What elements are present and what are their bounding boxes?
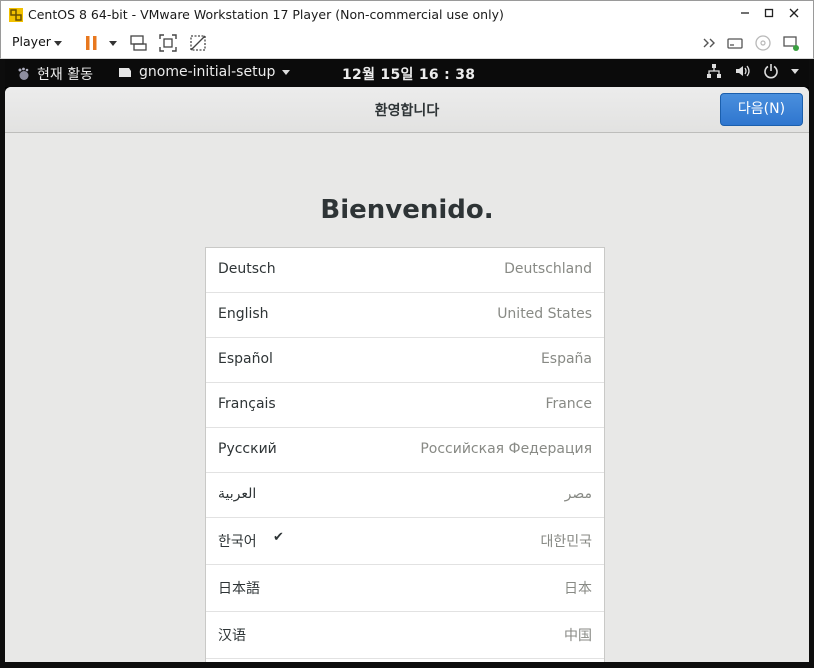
header-bar: 환영합니다 다음(N) bbox=[5, 87, 809, 133]
language-row-selected[interactable]: 한국어 ✔ 대한민국 bbox=[206, 518, 604, 565]
app-menu-label: gnome-initial-setup bbox=[139, 64, 276, 80]
system-menu[interactable] bbox=[706, 63, 799, 79]
app-icon bbox=[119, 68, 131, 77]
language-name: Русский bbox=[218, 441, 277, 457]
language-list[interactable]: Deutsch Deutschland English United State… bbox=[205, 247, 605, 662]
network-adapter-icon[interactable] bbox=[781, 33, 801, 53]
app-menu-caret-icon bbox=[282, 69, 291, 75]
language-row[interactable]: 汉语 中国 bbox=[206, 612, 604, 659]
language-name: English bbox=[218, 306, 269, 322]
language-region: Российская Федерация bbox=[420, 441, 592, 457]
activities-label: 현재 활동 bbox=[37, 67, 93, 83]
system-menu-caret-icon bbox=[791, 68, 799, 74]
language-region: 中国 bbox=[564, 628, 592, 644]
language-row[interactable]: Français France bbox=[206, 383, 604, 428]
fit-guest-icon[interactable] bbox=[158, 33, 178, 53]
language-row[interactable]: English United States bbox=[206, 293, 604, 338]
minimize-icon bbox=[741, 12, 749, 14]
volume-icon bbox=[736, 65, 750, 77]
close-icon bbox=[789, 8, 799, 18]
maximize-button[interactable] bbox=[758, 4, 780, 26]
checkmark-icon: ✔ bbox=[273, 530, 284, 545]
language-row[interactable]: 日本語 日本 bbox=[206, 565, 604, 612]
language-region: United States bbox=[497, 306, 592, 322]
language-name: 日本語 bbox=[218, 581, 260, 597]
app-menu[interactable]: gnome-initial-setup bbox=[118, 64, 291, 80]
language-row[interactable]: Deutsch Deutschland bbox=[206, 248, 604, 293]
language-name: Français bbox=[218, 396, 276, 412]
unity-mode-icon[interactable] bbox=[188, 33, 208, 53]
language-region: España bbox=[540, 351, 592, 367]
language-name: Deutsch bbox=[218, 261, 276, 277]
player-menu[interactable]: Player bbox=[12, 34, 51, 49]
more-devices-icon[interactable] bbox=[700, 33, 720, 53]
pause-icon[interactable] bbox=[82, 33, 102, 53]
vmware-toolbar: Player bbox=[0, 29, 814, 59]
minimize-button[interactable] bbox=[734, 4, 756, 26]
maximize-icon bbox=[764, 8, 774, 18]
page-title: 환영합니다 bbox=[374, 103, 440, 119]
activities-button[interactable]: 현재 활동 bbox=[17, 64, 93, 84]
gnome-foot-icon bbox=[18, 67, 29, 80]
language-region: 대한민국 bbox=[540, 534, 592, 550]
language-region: مصر bbox=[564, 486, 592, 502]
initial-setup-window: 환영합니다 다음(N) Bienvenido. Deutsch Deutschl… bbox=[5, 87, 809, 662]
language-row[interactable]: Русский Российская Федерация bbox=[206, 428, 604, 473]
next-button[interactable]: 다음(N) bbox=[720, 93, 803, 126]
guest-screen: 현재 활동 gnome-initial-setup 12월 15일 16 : 3… bbox=[5, 59, 809, 662]
player-menu-caret-icon[interactable] bbox=[54, 41, 62, 46]
language-name: 한국어 bbox=[218, 534, 257, 550]
power-options-caret-icon[interactable] bbox=[109, 41, 117, 46]
welcome-heading: Bienvenido. bbox=[320, 195, 494, 225]
gnome-top-bar: 현재 활동 gnome-initial-setup 12월 15일 16 : 3… bbox=[5, 59, 809, 87]
language-name: 汉语 bbox=[218, 628, 246, 644]
cd-drive-icon[interactable] bbox=[753, 33, 773, 53]
language-row[interactable]: العربية مصر bbox=[206, 473, 604, 518]
window-title: CentOS 8 64-bit - VMware Workstation 17 … bbox=[28, 7, 504, 22]
hard-disk-icon[interactable] bbox=[725, 33, 745, 53]
language-row[interactable]: Español España bbox=[206, 338, 604, 383]
language-region: 日本 bbox=[564, 581, 592, 597]
power-icon bbox=[764, 64, 778, 79]
language-region: Deutschland bbox=[504, 261, 592, 277]
clock[interactable]: 12월 15일 16 : 38 bbox=[342, 64, 475, 84]
vmware-app-icon bbox=[9, 8, 23, 22]
language-region: France bbox=[545, 396, 592, 412]
network-wired-icon bbox=[707, 64, 721, 78]
send-ctrl-alt-del-icon[interactable] bbox=[128, 33, 148, 53]
close-button[interactable] bbox=[783, 4, 805, 26]
language-name: Español bbox=[218, 351, 273, 367]
vmware-title-bar: CentOS 8 64-bit - VMware Workstation 17 … bbox=[0, 0, 814, 29]
language-name: العربية bbox=[218, 486, 257, 502]
